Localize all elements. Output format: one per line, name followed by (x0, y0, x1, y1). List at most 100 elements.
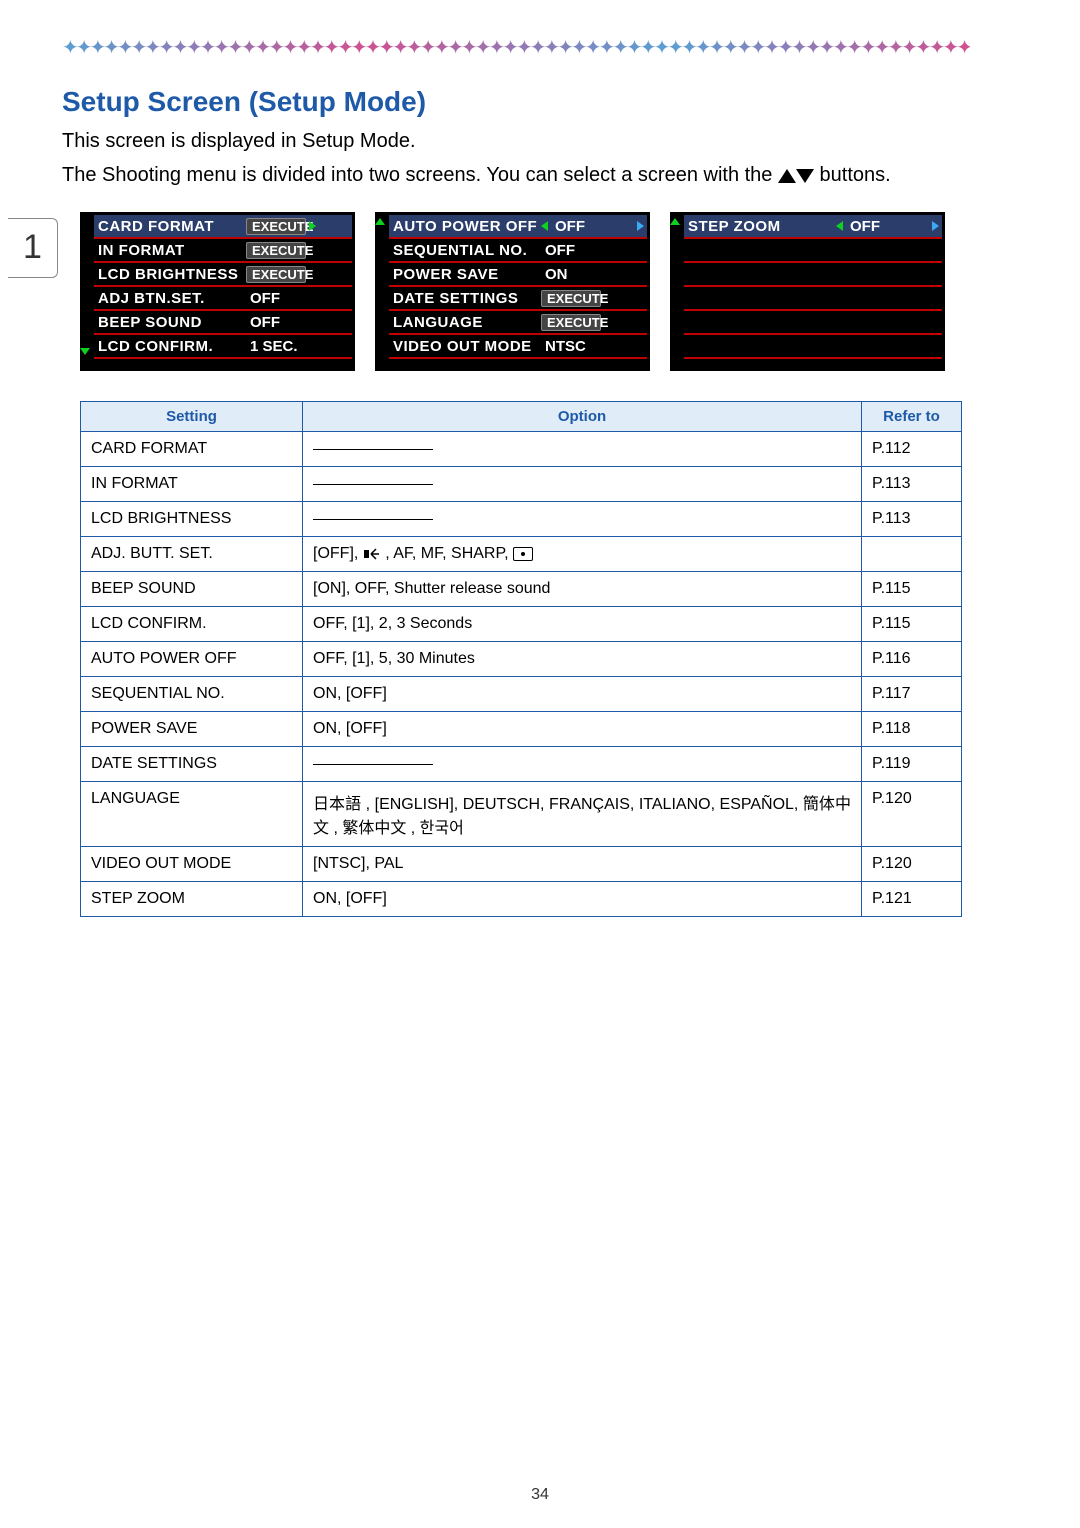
execute-button: EXECUTE (541, 314, 601, 331)
screen-menu-row: CARD FORMATEXECUTE (94, 215, 352, 239)
table-row: LCD BRIGHTNESS P.113 (81, 502, 962, 537)
execute-button: EXECUTE (246, 266, 306, 283)
down-triangle-icon (796, 169, 814, 183)
intro-line-1: This screen is displayed in Setup Mode. (62, 126, 1010, 156)
cell-option: [OFF], , AF, MF, SHARP, (303, 537, 862, 572)
cell-option: [NTSC], PAL (303, 847, 862, 882)
screen-label: CARD FORMAT (94, 218, 246, 235)
cell-refer: P.115 (862, 607, 962, 642)
cell-option (303, 747, 862, 782)
cell-option (303, 502, 862, 537)
cell-option: ON, [OFF] (303, 712, 862, 747)
screen-value: OFF (551, 218, 585, 235)
cell-refer: P.113 (862, 467, 962, 502)
screen-menu-row: LCD CONFIRM.1 SEC. (94, 335, 352, 359)
scroll-up-icon (670, 218, 680, 225)
cell-refer: P.113 (862, 502, 962, 537)
cell-setting: BEEP SOUND (81, 572, 303, 607)
cell-setting: POWER SAVE (81, 712, 303, 747)
execute-button: EXECUTE (541, 290, 601, 307)
cell-setting: LCD BRIGHTNESS (81, 502, 303, 537)
cell-option: OFF, [1], 2, 3 Seconds (303, 607, 862, 642)
screen-menu-row (684, 311, 942, 335)
cell-option: 日本語 , [ENGLISH], DEUTSCH, FRANÇAIS, ITAL… (303, 782, 862, 847)
cell-refer: P.112 (862, 432, 962, 467)
cell-setting: DATE SETTINGS (81, 747, 303, 782)
scroll-up-icon (375, 218, 385, 225)
left-arrow-icon (836, 221, 843, 231)
page-number: 34 (0, 1486, 1080, 1504)
screen-value: OFF (846, 218, 880, 235)
execute-button: EXECUTE (246, 242, 306, 259)
screen-value: OFF (246, 314, 280, 331)
table-row: AUTO POWER OFFOFF, [1], 5, 30 MinutesP.1… (81, 642, 962, 677)
scroll-down-icon (80, 348, 90, 355)
cell-refer: P.121 (862, 882, 962, 917)
page-heading: Setup Screen (Setup Mode) (62, 86, 1010, 118)
screen-menu-row: SEQUENTIAL NO.OFF (389, 239, 647, 263)
screen-menu-row: BEEP SOUNDOFF (94, 311, 352, 335)
screen-label: LCD CONFIRM. (94, 338, 246, 355)
right-arrow-icon (309, 221, 316, 231)
cell-option: ON, [OFF] (303, 882, 862, 917)
cell-setting: IN FORMAT (81, 467, 303, 502)
decorative-border: ✦✦✦✦✦✦✦✦✦✦✦✦✦✦✦✦✦✦✦✦✦✦✦✦✦✦✦✦✦✦✦✦✦✦✦✦✦✦✦✦… (62, 40, 1010, 56)
cell-refer: P.120 (862, 847, 962, 882)
screen-menu-row: VIDEO OUT MODENTSC (389, 335, 647, 359)
right-arrow-icon (932, 221, 939, 231)
screen-label: POWER SAVE (389, 266, 541, 283)
intro-line-2: The Shooting menu is divided into two sc… (62, 160, 1010, 190)
screen-label: ADJ BTN.SET. (94, 290, 246, 307)
chapter-tab: 1 (8, 218, 58, 278)
camera-screen: STEP ZOOM OFF (670, 212, 945, 371)
screen-menu-row: DATE SETTINGSEXECUTE (389, 287, 647, 311)
screen-label: BEEP SOUND (94, 314, 246, 331)
cell-refer: P.115 (862, 572, 962, 607)
screen-menu-row: POWER SAVEON (389, 263, 647, 287)
table-row: VIDEO OUT MODE[NTSC], PALP.120 (81, 847, 962, 882)
right-arrow-icon (637, 221, 644, 231)
cell-setting: LCD CONFIRM. (81, 607, 303, 642)
cell-refer: P.116 (862, 642, 962, 677)
screen-menu-row: STEP ZOOM OFF (684, 215, 942, 239)
screen-menu-row (684, 263, 942, 287)
table-row: STEP ZOOMON, [OFF]P.121 (81, 882, 962, 917)
table-row: BEEP SOUND[ON], OFF, Shutter release sou… (81, 572, 962, 607)
screen-menu-row: IN FORMATEXECUTE (94, 239, 352, 263)
screen-menu-row (684, 335, 942, 359)
screen-menu-row (684, 239, 942, 263)
screen-label: LANGUAGE (389, 314, 541, 331)
left-arrow-icon (541, 221, 548, 231)
cell-refer: P.118 (862, 712, 962, 747)
screen-menu-row: LCD BRIGHTNESSEXECUTE (94, 263, 352, 287)
screen-menu-row: ADJ BTN.SET.OFF (94, 287, 352, 311)
cell-setting: STEP ZOOM (81, 882, 303, 917)
table-row: LCD CONFIRM.OFF, [1], 2, 3 SecondsP.115 (81, 607, 962, 642)
table-row: SEQUENTIAL NO.ON, [OFF]P.117 (81, 677, 962, 712)
camera-screen: CARD FORMATEXECUTEIN FORMATEXECUTELCD BR… (80, 212, 355, 371)
cell-setting: CARD FORMAT (81, 432, 303, 467)
screen-value: OFF (541, 242, 575, 259)
screen-menu-row (684, 287, 942, 311)
cell-option: ON, [OFF] (303, 677, 862, 712)
cell-setting: AUTO POWER OFF (81, 642, 303, 677)
camera-screen: AUTO POWER OFFOFFSEQUENTIAL NO.OFFPOWER … (375, 212, 650, 371)
table-row: POWER SAVEON, [OFF]P.118 (81, 712, 962, 747)
cell-option: OFF, [1], 5, 30 Minutes (303, 642, 862, 677)
screen-label: STEP ZOOM (684, 218, 836, 235)
cell-refer: P.120 (862, 782, 962, 847)
th-setting: Setting (81, 402, 303, 432)
screen-value: 1 SEC. (246, 338, 298, 355)
cell-option (303, 467, 862, 502)
screen-menu-row: LANGUAGEEXECUTE (389, 311, 647, 335)
screen-label: SEQUENTIAL NO. (389, 242, 541, 259)
cell-setting: LANGUAGE (81, 782, 303, 847)
cell-refer: P.119 (862, 747, 962, 782)
table-row: ADJ. BUTT. SET.[OFF], , AF, MF, SHARP, (81, 537, 962, 572)
cell-option: [ON], OFF, Shutter release sound (303, 572, 862, 607)
cell-refer: P.117 (862, 677, 962, 712)
cell-setting: VIDEO OUT MODE (81, 847, 303, 882)
screen-label: LCD BRIGHTNESS (94, 266, 246, 283)
table-row: LANGUAGE日本語 , [ENGLISH], DEUTSCH, FRANÇA… (81, 782, 962, 847)
table-row: CARD FORMAT P.112 (81, 432, 962, 467)
